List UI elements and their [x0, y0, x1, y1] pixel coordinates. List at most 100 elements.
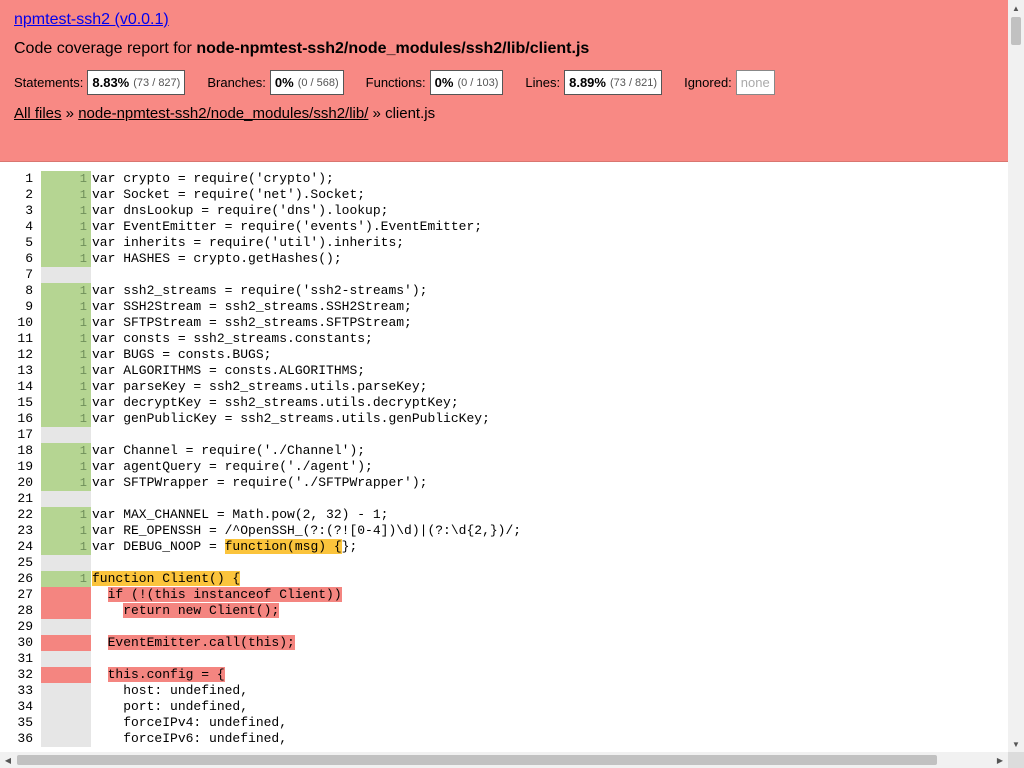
breadcrumb-dir-link[interactable]: node-npmtest-ssh2/node_modules/ssh2/lib/: [78, 105, 368, 122]
line-number: 3: [25, 203, 33, 218]
hit-count: 1: [41, 187, 91, 203]
hit-count: 1: [41, 235, 91, 251]
stat-statements-pct: 8.83%: [92, 75, 130, 90]
hit-count: [41, 603, 91, 619]
line-number: 1: [25, 171, 33, 186]
code-line: 14 1 var parseKey = ssh2_streams.utils.par…: [10, 379, 521, 395]
source-code: function Client() {: [91, 571, 241, 587]
source-code: var DEBUG_NOOP = function(msg) {};: [91, 539, 357, 555]
stat-statements-frac: (73 / 827): [133, 76, 181, 89]
source-code: port: undefined,: [91, 699, 248, 715]
source-code: var inherits = require('util').inherits;: [91, 235, 404, 251]
uncovered-highlight: if (!(this instanceof Client)): [107, 587, 342, 602]
code-text: var DEBUG_NOOP =: [92, 539, 225, 554]
code-line: 33 host: undefined,: [10, 683, 521, 699]
line-number: 8: [25, 283, 33, 298]
line-number: 32: [17, 667, 33, 682]
scroll-right-icon[interactable]: ▶: [992, 752, 1008, 768]
code-text: var HASHES = crypto.getHashes();: [92, 251, 342, 266]
code-text: host: undefined,: [92, 683, 249, 698]
code-text: var Channel = require('./Channel');: [92, 443, 366, 458]
hit-count: 1: [41, 395, 91, 411]
stat-functions-pct: 0%: [434, 75, 454, 90]
code-text: var RE_OPENSSH = /^OpenSSH_(?:(?![0-4])\…: [92, 523, 522, 538]
code-line: 34 port: undefined,: [10, 699, 521, 715]
code-text: var SFTPStream = ssh2_streams.SFTPStream…: [92, 315, 412, 330]
source-code: [91, 555, 92, 571]
hit-count: 1: [41, 203, 91, 219]
source-code: var SSH2Stream = ssh2_streams.SSH2Stream…: [91, 299, 412, 315]
code-line: 2 1 var Socket = require('net').Socket;: [10, 187, 521, 203]
project-title-link[interactable]: npmtest-ssh2 (v0.0.1): [14, 11, 169, 29]
page-subtitle: Code coverage report for node-npmtest-ss…: [14, 40, 589, 58]
source-code: var EventEmitter = require('events').Eve…: [91, 219, 482, 235]
report-header: npmtest-ssh2 (v0.0.1) Code coverage repo…: [0, 0, 1008, 162]
subtitle-prefix: Code coverage report for: [14, 40, 197, 57]
horizontal-scrollbar[interactable]: ◀ ▶: [0, 752, 1008, 768]
scroll-down-icon[interactable]: ▼: [1008, 736, 1024, 752]
hit-count: 1: [41, 363, 91, 379]
stat-statements-label: Statements:: [14, 75, 84, 90]
stat-branches-pct: 0%: [274, 75, 294, 90]
hit-count: 1: [41, 507, 91, 523]
source-code: return new Client();: [91, 603, 280, 619]
code-text: var agentQuery = require('./agent');: [92, 459, 373, 474]
line-number: 25: [17, 555, 33, 570]
line-number: 36: [17, 731, 33, 746]
source-code: var decryptKey = ssh2_streams.utils.decr…: [91, 395, 459, 411]
breadcrumb-current-file: client.js: [385, 105, 436, 122]
line-number: 2: [25, 187, 33, 202]
source-code: this.config = {: [91, 667, 225, 683]
hit-count: [41, 699, 91, 715]
code-line: 29: [10, 619, 521, 635]
stat-ignored-label: Ignored:: [684, 75, 732, 90]
line-number: 29: [17, 619, 33, 634]
hit-count: 1: [41, 251, 91, 267]
code-line: 20 1 var SFTPWrapper = require('./SFTPWrap…: [10, 475, 521, 491]
line-number: 28: [17, 603, 33, 618]
source-code: var ALGORITHMS = consts.ALGORITHMS;: [91, 363, 365, 379]
line-number: 12: [17, 347, 33, 362]
code-line: 19 1 var agentQuery = require('./agent');: [10, 459, 521, 475]
uncovered-highlight: this.config = {: [107, 667, 225, 682]
horizontal-scroll-thumb[interactable]: [17, 755, 937, 765]
coverage-stats: Statements: 8.83% (73 / 827) Branches: 0…: [14, 70, 797, 95]
scroll-left-icon[interactable]: ◀: [0, 752, 16, 768]
hit-count: [41, 651, 91, 667]
code-line: 13 1 var ALGORITHMS = consts.ALGORITHMS;: [10, 363, 521, 379]
source-code: var BUGS = consts.BUGS;: [91, 347, 271, 363]
line-number: 9: [25, 299, 33, 314]
code-line: 25: [10, 555, 521, 571]
line-number: 17: [17, 427, 33, 442]
code-line: 32 this.config = {: [10, 667, 521, 683]
code-text: forceIPv4: undefined,: [92, 715, 288, 730]
source-code: var HASHES = crypto.getHashes();: [91, 251, 342, 267]
stat-branches: Branches: 0% (0 / 568): [207, 70, 344, 95]
code-text: var MAX_CHANNEL = Math.pow(2, 32) - 1;: [92, 507, 389, 522]
code-line: 28 return new Client();: [10, 603, 521, 619]
code-text: var BUGS = consts.BUGS;: [92, 347, 272, 362]
vertical-scrollbar[interactable]: ▲ ▼: [1008, 0, 1024, 752]
line-number: 18: [17, 443, 33, 458]
source-code: if (!(this instanceof Client)): [91, 587, 342, 603]
scroll-up-icon[interactable]: ▲: [1008, 0, 1024, 16]
line-number: 19: [17, 459, 33, 474]
stat-lines-label: Lines:: [525, 75, 561, 90]
source-code: [91, 651, 92, 667]
code-text: var Socket = require('net').Socket;: [92, 187, 366, 202]
code-line: 8 1 var ssh2_streams = require('ssh2-strea…: [10, 283, 521, 299]
code-text: var parseKey = ssh2_streams.utils.parseK…: [92, 379, 428, 394]
code-text: var genPublicKey = ssh2_streams.utils.ge…: [92, 411, 490, 426]
uncovered-highlight: return new Client();: [123, 603, 280, 618]
hit-count: 1: [41, 331, 91, 347]
vertical-scroll-thumb[interactable]: [1011, 17, 1021, 45]
source-code: [91, 267, 92, 283]
code-text: var ALGORITHMS = consts.ALGORITHMS;: [92, 363, 366, 378]
line-number: 31: [17, 651, 33, 666]
source-code: var consts = ssh2_streams.constants;: [91, 331, 373, 347]
code-line: 12 1 var BUGS = consts.BUGS;: [10, 347, 521, 363]
breadcrumb-all-files-link[interactable]: All files: [14, 105, 62, 122]
code-text: var SFTPWrapper = require('./SFTPWrapper…: [92, 475, 428, 490]
hit-count: [41, 587, 91, 603]
